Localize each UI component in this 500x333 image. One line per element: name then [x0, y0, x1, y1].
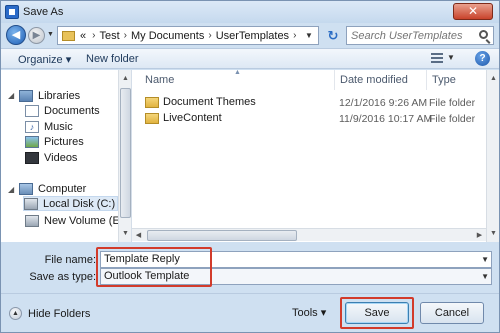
sidebar-item-documents[interactable]: Documents: [25, 103, 100, 118]
list-item-name-cell: LiveContent: [145, 112, 222, 124]
highlight-box: [96, 247, 212, 287]
chevron-right-icon[interactable]: ›: [124, 30, 127, 41]
sidebar-item-music[interactable]: Music: [25, 119, 73, 134]
cancel-button[interactable]: Cancel: [420, 302, 484, 324]
list-item-type: File folder: [429, 97, 476, 109]
address-bar[interactable]: « › Test › My Documents › UserTemplates …: [57, 26, 319, 45]
chevron-right-icon: ›: [92, 30, 96, 41]
disk-icon: [25, 214, 39, 227]
scroll-up-icon[interactable]: ▲: [119, 72, 132, 85]
search-box[interactable]: [346, 26, 494, 45]
sidebar-item-label: Videos: [44, 151, 78, 164]
save-as-dialog: Save As ✕ ◀ ▶ ▼ « › Test › My Documents …: [0, 0, 500, 333]
scroll-down-icon[interactable]: ▼: [119, 227, 132, 240]
column-header-date[interactable]: Date modified: [335, 70, 427, 90]
back-button[interactable]: ◀: [6, 25, 26, 45]
recent-locations-dropdown[interactable]: ▼: [47, 31, 54, 38]
scroll-up-icon[interactable]: ▲: [487, 72, 500, 85]
chevron-up-icon: ▲: [9, 307, 22, 320]
hide-folders-button[interactable]: ▲ Hide Folders: [9, 307, 90, 320]
list-item-name-cell: Document Themes: [145, 96, 256, 108]
hide-folders-label: Hide Folders: [28, 307, 91, 320]
scrollbar-thumb[interactable]: [147, 230, 297, 241]
help-icon[interactable]: ?: [475, 51, 490, 66]
collapse-icon[interactable]: ◢: [8, 91, 14, 100]
list-item-name: Document Themes: [163, 96, 256, 108]
folder-icon: [145, 96, 159, 108]
breadcrumb-test[interactable]: Test: [99, 30, 119, 42]
sidebar-item-label: Documents: [44, 104, 100, 117]
sidebar-item-local-disk[interactable]: Local Disk (C:): [23, 196, 118, 211]
sidebar-item-videos[interactable]: Videos: [25, 150, 77, 165]
sidebar-item-label: Computer: [38, 182, 87, 195]
title-bar: Save As ✕: [1, 1, 499, 23]
organize-menu[interactable]: Organize ▾: [18, 53, 71, 66]
disk-icon: [24, 197, 38, 210]
scroll-down-icon[interactable]: ▼: [487, 227, 500, 240]
file-list-scrollbar[interactable]: ▲ ▼: [486, 70, 499, 242]
dialog-footer: ▲ Hide Folders Tools ▾ Save Cancel: [1, 293, 499, 332]
file-name-label: File name:: [44, 254, 96, 266]
list-item-date: 12/1/2016 9:26 AM: [339, 97, 428, 109]
navigation-bar: ◀ ▶ ▼ « › Test › My Documents › UserTemp…: [1, 23, 499, 47]
breadcrumb-usertemplates[interactable]: UserTemplates: [216, 30, 289, 42]
horizontal-scrollbar[interactable]: ◀ ▶: [132, 228, 487, 241]
list-item-type: File folder: [429, 113, 476, 125]
collapse-icon[interactable]: ◢: [8, 185, 14, 194]
new-folder-button[interactable]: New folder: [86, 53, 139, 65]
list-item[interactable]: Document Themes 12/1/2016 9:26 AM File f…: [132, 95, 477, 111]
scroll-left-icon[interactable]: ◀: [132, 229, 145, 242]
chevron-right-icon[interactable]: ›: [293, 30, 296, 41]
scroll-right-icon[interactable]: ▶: [473, 229, 486, 242]
scrollbar-thumb[interactable]: [120, 88, 131, 218]
list-item-name: LiveContent: [163, 112, 222, 124]
sidebar-item-label: Music: [44, 120, 73, 133]
sidebar-item-new-volume[interactable]: New Volume (E:): [25, 213, 127, 228]
list-item[interactable]: LiveContent 11/9/2016 10:17 AM File fold…: [132, 111, 477, 127]
save-as-type-label: Save as type:: [29, 271, 96, 283]
libraries-icon: [19, 89, 33, 102]
sidebar-item-label: Local Disk (C:): [43, 197, 116, 210]
sidebar-item-label: New Volume (E:): [44, 214, 127, 227]
search-input[interactable]: [347, 27, 472, 44]
search-icon[interactable]: [479, 30, 488, 39]
chevron-right-icon[interactable]: ›: [208, 30, 211, 41]
column-header-name[interactable]: Name: [140, 70, 335, 90]
sidebar-item-label: Pictures: [44, 135, 84, 148]
app-icon: [5, 5, 19, 19]
list-item-date: 11/9/2016 10:17 AM: [339, 113, 433, 125]
breadcrumb-overflow[interactable]: «: [80, 30, 86, 42]
address-dropdown-icon[interactable]: ▼: [302, 28, 316, 43]
refresh-button[interactable]: ↻: [323, 27, 343, 44]
close-button[interactable]: ✕: [453, 3, 493, 20]
pictures-icon: [25, 135, 39, 148]
navigation-pane: ◢ Libraries Documents Music Pictures Vid…: [1, 70, 132, 242]
view-options-dropdown[interactable]: ▼: [447, 53, 455, 62]
breadcrumb-my-documents[interactable]: My Documents: [131, 30, 204, 42]
sidebar-item-label: Libraries: [38, 89, 81, 102]
documents-icon: [25, 104, 39, 117]
chevron-down-icon[interactable]: ▼: [481, 269, 489, 284]
videos-icon: [25, 151, 39, 164]
chevron-down-icon[interactable]: ▼: [481, 252, 489, 267]
music-icon: [25, 120, 39, 133]
command-toolbar: Organize ▾ New folder ▼ ?: [1, 48, 499, 69]
tools-menu[interactable]: Tools ▾: [292, 306, 326, 319]
sidebar-item-computer[interactable]: Computer: [19, 181, 86, 196]
file-list: ▲ Name Date modified Type Document Theme…: [132, 69, 499, 242]
navigation-pane-scrollbar[interactable]: ▲ ▼: [118, 70, 131, 242]
window-title: Save As: [23, 6, 64, 18]
column-header-type[interactable]: Type: [427, 70, 482, 90]
sidebar-item-pictures[interactable]: Pictures: [25, 134, 84, 149]
folder-icon: [62, 30, 75, 41]
forward-button[interactable]: ▶: [28, 27, 45, 44]
change-view-icon[interactable]: [431, 53, 443, 64]
computer-icon: [19, 182, 33, 195]
sidebar-item-libraries[interactable]: Libraries: [19, 88, 80, 103]
highlight-box: [340, 297, 414, 329]
folder-icon: [145, 112, 159, 124]
